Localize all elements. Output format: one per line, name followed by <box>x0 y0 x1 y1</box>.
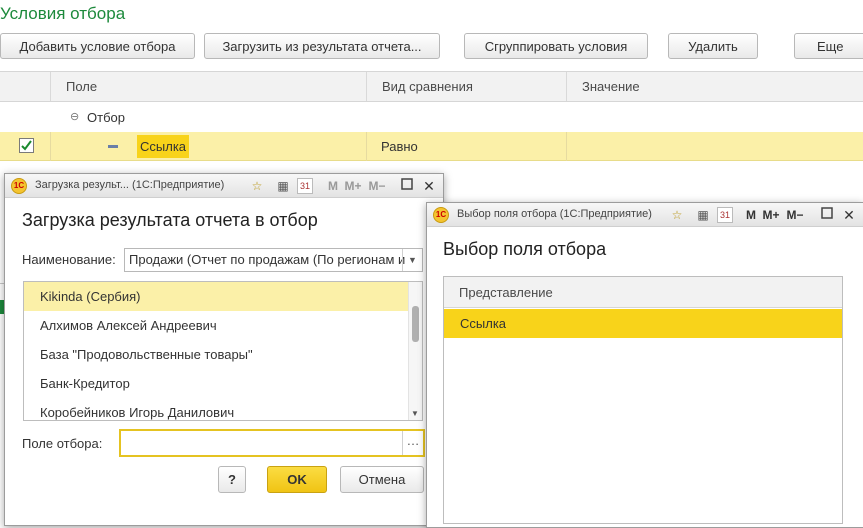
list-scrollbar[interactable]: ▼ <box>408 282 422 420</box>
page-title: Условия отбора <box>0 4 126 23</box>
favorite-star-icon[interactable]: ☆ <box>669 207 685 223</box>
memory-m-icon[interactable]: M <box>325 178 341 194</box>
memory-m-icon[interactable]: M <box>743 207 759 223</box>
maximize-icon[interactable] <box>819 207 835 223</box>
maximize-icon[interactable] <box>399 178 415 194</box>
calculator-icon[interactable]: ▦ <box>695 207 711 223</box>
group-label: Отбор <box>87 110 125 125</box>
scroll-thumb[interactable] <box>412 306 419 342</box>
filter-field-input[interactable]: … <box>119 429 425 457</box>
calendar-icon[interactable]: 31 <box>717 207 733 223</box>
ellipsis-button[interactable]: … <box>402 431 423 455</box>
add-condition-button[interactable]: Добавить условие отбора <box>0 33 195 59</box>
collapse-icon[interactable]: ⊖ <box>70 110 79 123</box>
checkmark-icon <box>21 140 32 151</box>
column-header-comparison[interactable]: Вид сравнения <box>366 72 566 101</box>
memory-minus-icon[interactable]: M− <box>785 207 805 223</box>
memory-plus-icon[interactable]: M+ <box>761 207 781 223</box>
favorite-star-icon[interactable]: ☆ <box>249 178 265 194</box>
grid-header: Поле Вид сравнения Значение <box>0 71 863 102</box>
column-header-field[interactable]: Поле <box>50 72 366 101</box>
load-from-report-button[interactable]: Загрузить из результата отчета... <box>204 33 440 59</box>
row-field-value[interactable]: Ссылка <box>137 135 190 158</box>
name-label: Наименование: <box>22 252 116 267</box>
filter-field-label: Поле отбора: <box>22 436 103 451</box>
cancel-button[interactable]: Отмена <box>340 466 424 493</box>
dialog-titlebar[interactable]: 1С Загрузка результ... (1С:Предприятие) … <box>5 174 443 198</box>
list-item[interactable]: Алхимов Алексей Андреевич <box>24 311 409 340</box>
help-button[interactable]: ? <box>218 466 246 493</box>
choose-field-dialog: 1С Выбор поля отбора (1С:Предприятие) ☆ … <box>426 202 863 528</box>
load-report-dialog: 1С Загрузка результ... (1С:Предприятие) … <box>4 173 444 526</box>
app-logo-icon: 1С <box>11 178 27 194</box>
list-item[interactable]: Банк-Кредитор <box>24 369 409 398</box>
use-checkbox[interactable] <box>19 138 34 153</box>
column-header-value[interactable]: Значение <box>566 72 863 101</box>
field-list[interactable]: Представление Ссылка <box>443 276 843 524</box>
list-item[interactable]: Коробейников Игорь Данилович <box>24 398 409 420</box>
scroll-down-icon[interactable]: ▼ <box>411 409 419 418</box>
list-item[interactable]: Ссылка <box>444 309 842 338</box>
column-header-representation[interactable]: Представление <box>444 277 842 308</box>
dialog-heading: Загрузка результата отчета в отбор <box>22 210 318 230</box>
dialog-heading: Выбор поля отбора <box>443 239 607 259</box>
dialog-window-title: Загрузка результ... (1С:Предприятие) <box>35 179 225 191</box>
ok-button[interactable]: OK <box>267 466 327 493</box>
calculator-icon[interactable]: ▦ <box>275 178 291 194</box>
memory-minus-icon[interactable]: M− <box>367 178 387 194</box>
report-values-list[interactable]: Kikinda (Сербия) Алхимов Алексей Андреев… <box>23 281 423 421</box>
chevron-down-icon[interactable]: ▼ <box>402 249 422 271</box>
delete-button[interactable]: Удалить <box>668 33 758 59</box>
report-name-select[interactable]: Продажи (Отчет по продажам (По регионам … <box>124 248 423 272</box>
calendar-icon[interactable]: 31 <box>297 178 313 194</box>
dialog-window-title: Выбор поля отбора (1С:Предприятие) <box>457 208 652 220</box>
table-row[interactable]: Ссылка Равно <box>0 132 863 161</box>
memory-plus-icon[interactable]: M+ <box>343 178 363 194</box>
row-comparison-value[interactable]: Равно <box>381 139 418 154</box>
field-leaf-icon <box>108 145 118 148</box>
list-item[interactable]: Kikinda (Сербия) <box>24 282 409 311</box>
close-icon[interactable]: ✕ <box>841 207 857 223</box>
group-row[interactable]: ⊖ Отбор <box>0 103 863 132</box>
dialog-titlebar[interactable]: 1С Выбор поля отбора (1С:Предприятие) ☆ … <box>427 203 863 227</box>
list-item[interactable]: База "Продовольственные товары" <box>24 340 409 369</box>
close-icon[interactable]: ✕ <box>421 178 437 194</box>
group-conditions-button[interactable]: Сгруппировать условия <box>464 33 648 59</box>
app-logo-icon: 1С <box>433 207 449 223</box>
more-button[interactable]: Еще <box>794 33 863 59</box>
